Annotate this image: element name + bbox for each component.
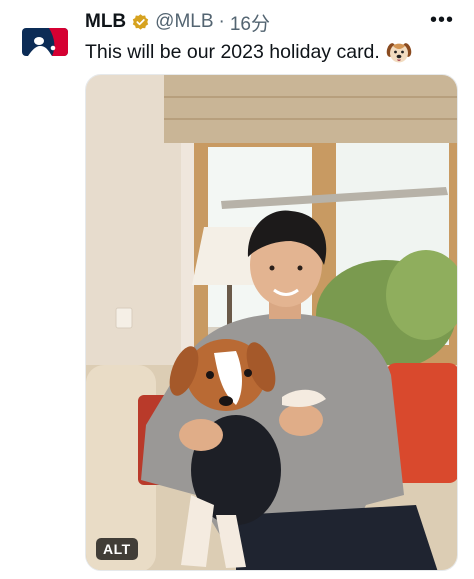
post-text-row: This will be our 2023 holiday card. — [85, 38, 412, 66]
alt-text-button[interactable]: ALT — [96, 538, 138, 560]
more-options-icon: ••• — [430, 8, 455, 31]
post[interactable]: MLB @MLB · 16分 ••• This will be our 2023… — [0, 0, 474, 579]
author-handle[interactable]: @MLB — [155, 11, 213, 33]
more-options-button[interactable]: ••• — [430, 8, 454, 32]
separator-dot: · — [218, 11, 225, 32]
mlb-logo-avatar[interactable] — [22, 28, 68, 56]
mlb-logo-icon — [22, 28, 68, 56]
post-text: This will be our 2023 holiday card. — [85, 41, 380, 63]
author-name[interactable]: MLB — [85, 11, 126, 33]
post-photo[interactable]: ALT — [85, 74, 458, 571]
post-timestamp[interactable]: 16分 — [230, 9, 270, 36]
post-header: MLB @MLB · 16分 — [85, 9, 270, 35]
dog-face-emoji-icon — [386, 39, 412, 65]
photo-image — [86, 75, 457, 570]
verified-badge-icon — [131, 13, 150, 32]
